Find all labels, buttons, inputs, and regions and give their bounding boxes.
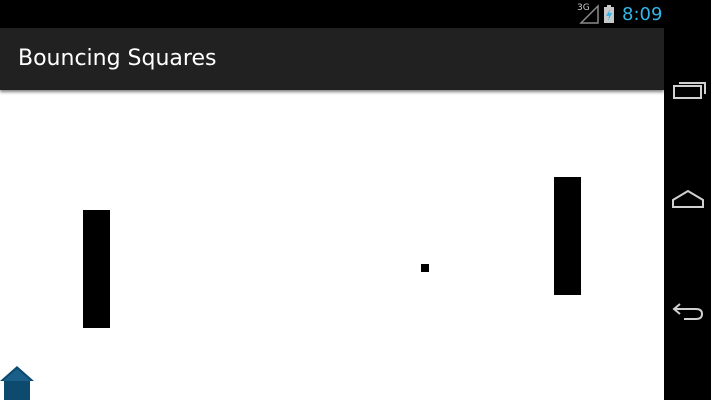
device-screen: 3G 8:09 Bouncing Squares <box>0 0 711 400</box>
recents-icon[interactable] <box>670 72 706 108</box>
game-canvas[interactable] <box>0 90 664 400</box>
navigation-bar <box>664 0 711 400</box>
signal-icon <box>579 4 599 24</box>
app-title: Bouncing Squares <box>18 46 217 71</box>
home-nav-icon[interactable] <box>670 182 706 218</box>
back-icon[interactable] <box>670 292 706 328</box>
action-bar: Bouncing Squares <box>0 28 664 90</box>
left-paddle <box>83 210 110 328</box>
ball <box>421 264 429 272</box>
clock: 8:09 <box>622 4 663 25</box>
home-icon[interactable] <box>0 364 34 400</box>
battery-charging-icon <box>604 5 614 23</box>
right-paddle <box>554 177 581 295</box>
status-bar: 3G 8:09 <box>0 0 664 28</box>
